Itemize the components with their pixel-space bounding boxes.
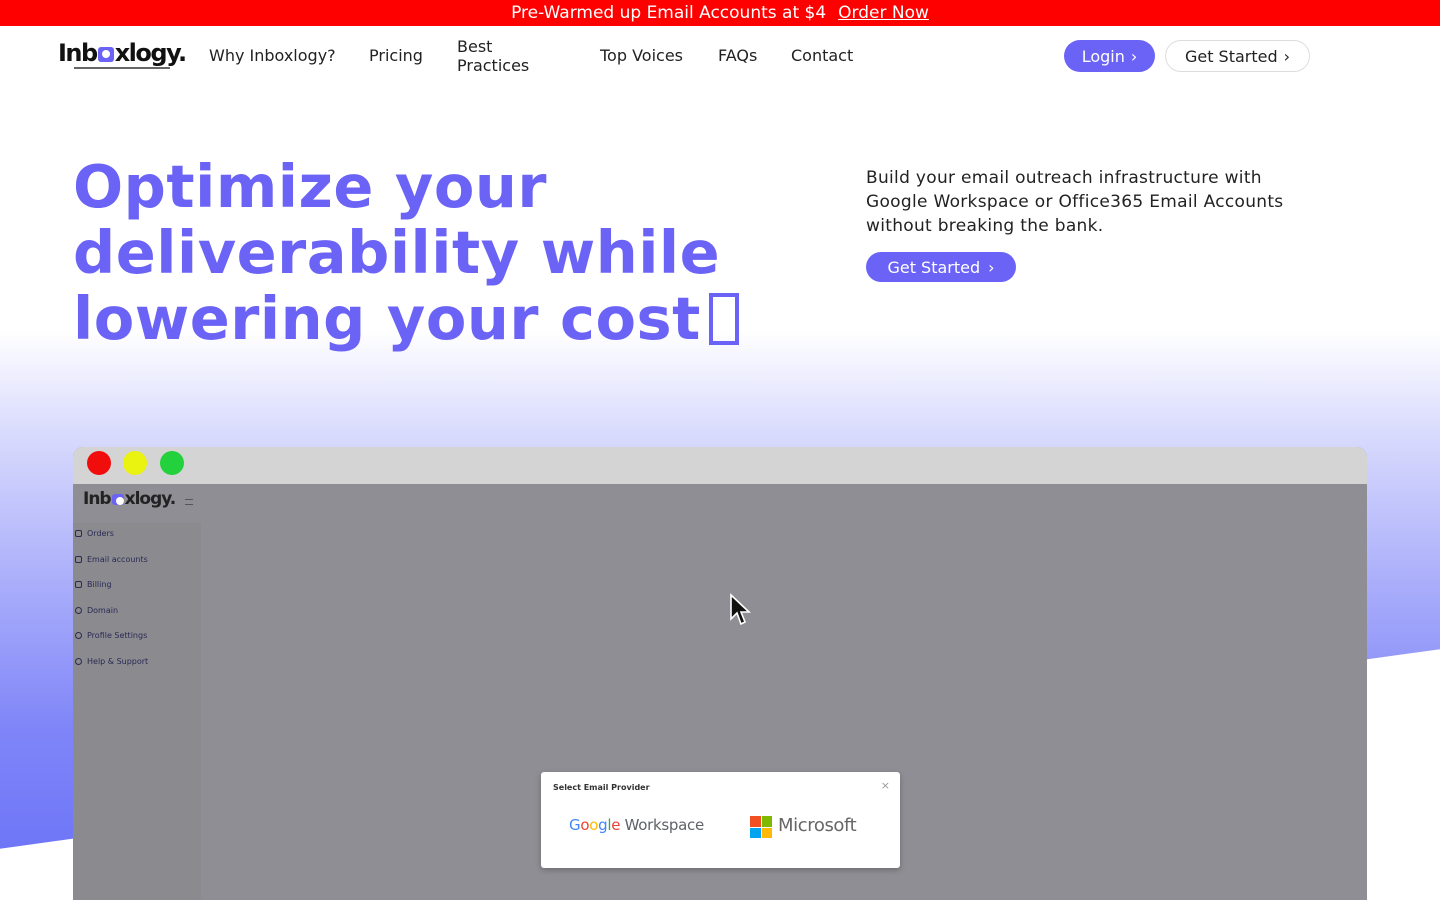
nav-link-faqs[interactable]: FAQs — [718, 46, 757, 65]
chevron-right-icon: › — [1130, 46, 1138, 66]
document-icon — [75, 530, 82, 537]
nav-link-best-practices[interactable]: Best Practices — [457, 37, 552, 75]
microsoft-option-label: Microsoft — [778, 815, 857, 836]
hero-description: Build your email outreach infrastructure… — [866, 168, 1284, 236]
nav-link-pricing[interactable]: Pricing — [369, 46, 423, 65]
menu-icon — [185, 499, 193, 505]
window-maximize-dot-icon — [160, 451, 184, 475]
sidebar-item-label: Domain — [87, 606, 119, 615]
app-logo-suffix: xlogy. — [124, 489, 177, 509]
missing-emoji-glyph-icon — [708, 293, 739, 345]
app-logo: Inb xlogy. — [83, 489, 177, 509]
help-icon — [75, 658, 82, 665]
sidebar-item-label: Billing — [87, 580, 112, 589]
window-title-bar — [73, 447, 1367, 484]
sidebar-item-billing: Billing — [75, 580, 112, 589]
logo-text-prefix: Inb — [58, 39, 98, 67]
sidebar-item-label: Profile Settings — [87, 631, 148, 640]
google-workspace-label: Workspace — [624, 816, 705, 834]
google-letter: G — [569, 816, 581, 834]
microsoft-logo-icon — [750, 816, 772, 838]
logo-text-suffix: xlogy. — [114, 39, 187, 67]
hero-headline: Optimize your deliverability while lower… — [73, 154, 813, 352]
sidebar-item-email-accounts: Email accounts — [75, 555, 148, 564]
nav-link-contact[interactable]: Contact — [791, 46, 853, 65]
announcement-bar: Pre-Warmed up Email Accounts at $4 Order… — [0, 0, 1440, 26]
google-letter: e — [611, 816, 621, 834]
order-now-link[interactable]: Order Now — [838, 3, 929, 23]
card-icon — [75, 581, 82, 588]
nav-link-top-voices[interactable]: Top Voices — [600, 46, 683, 65]
sidebar-item-domain: Domain — [75, 606, 118, 615]
cursor-arrow-icon — [730, 593, 751, 626]
announcement-text: Pre-Warmed up Email Accounts at $4 — [511, 3, 827, 23]
hero-get-started-button[interactable]: Get Started › — [866, 252, 1016, 282]
google-workspace-option: Google Workspace — [569, 816, 704, 834]
app-logo-prefix: Inb — [83, 489, 112, 509]
hero-headline-text: Optimize your deliverability while lower… — [73, 152, 721, 353]
google-letter: o — [589, 816, 599, 834]
sidebar-item-label: Email accounts — [87, 555, 148, 564]
app-logo-envelope-icon — [111, 494, 124, 505]
mail-icon — [75, 556, 82, 563]
google-letter: o — [580, 816, 590, 834]
app-preview-window: Inb xlogy. Orders Email accounts Billing … — [73, 447, 1367, 900]
window-close-dot-icon — [87, 451, 111, 475]
top-nav: Inb xlogy. Why Inboxlogy? Pricing Best Pr… — [0, 26, 1440, 86]
globe-icon — [75, 607, 82, 614]
login-button[interactable]: Login › — [1064, 40, 1155, 72]
hero-get-started-label: Get Started — [887, 257, 981, 277]
sidebar-item-orders: Orders — [75, 529, 114, 538]
logo-tagline — [74, 67, 170, 69]
window-minimize-dot-icon — [123, 451, 147, 475]
modal-title: Select Email Provider — [553, 783, 650, 792]
select-email-provider-modal: Select Email Provider × Google Workspace… — [541, 772, 900, 868]
sidebar-item-label: Orders — [87, 529, 114, 538]
close-icon: × — [880, 779, 890, 792]
google-letter: g — [598, 816, 608, 834]
nav-get-started-label: Get Started — [1184, 46, 1278, 66]
sidebar-item-label: Help & Support — [87, 657, 149, 666]
chevron-right-icon: › — [988, 257, 995, 277]
inboxlogy-logo[interactable]: Inb xlogy. — [58, 40, 188, 74]
login-button-label: Login — [1081, 46, 1125, 66]
sidebar-item-help-support: Help & Support — [75, 657, 148, 666]
logo-envelope-icon — [97, 47, 114, 62]
settings-icon — [75, 632, 82, 639]
nav-get-started-button[interactable]: Get Started › — [1165, 40, 1310, 72]
chevron-right-icon: › — [1283, 46, 1291, 66]
sidebar-item-profile-settings: Profile Settings — [75, 631, 147, 640]
nav-link-why[interactable]: Why Inboxlogy? — [209, 46, 336, 65]
